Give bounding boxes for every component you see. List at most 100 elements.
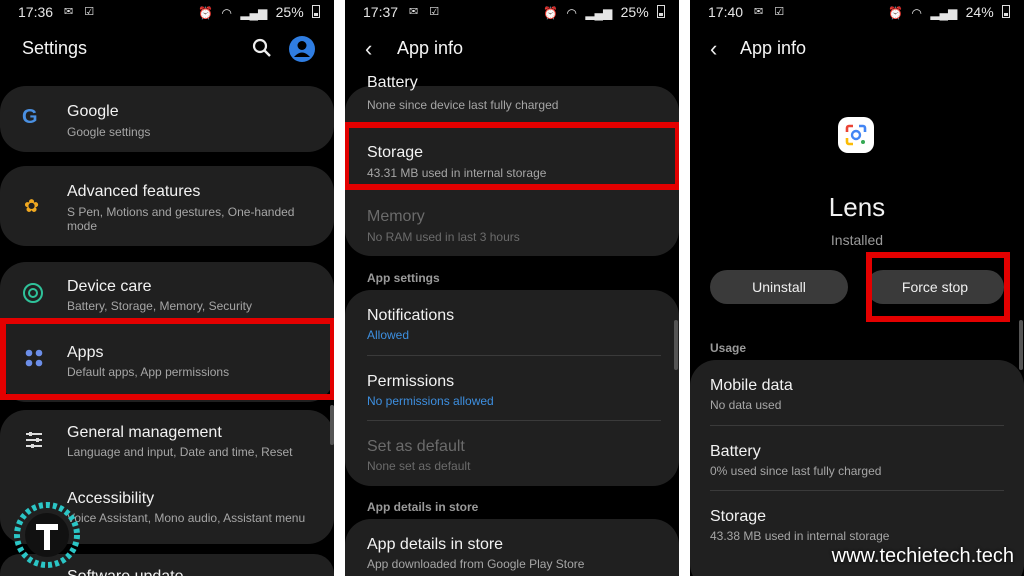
status-bar: 17:36 ✉ ☑ ⏰ ◠ ▂▄▆ 25% bbox=[0, 0, 334, 24]
general-management-title: General management bbox=[67, 424, 222, 441]
storage-title: Storage bbox=[710, 508, 767, 525]
permissions-item[interactable]: Permissions No permissions allowed bbox=[345, 356, 679, 420]
device-care-item[interactable]: Device care Battery, Storage, Memory, Se… bbox=[0, 262, 334, 318]
device-care-icon bbox=[23, 283, 43, 303]
mobile-data-subtitle: No data used bbox=[710, 398, 782, 412]
status-icons: ⏰ ◠ ▂▄▆ 25% bbox=[193, 4, 320, 20]
general-management-item[interactable]: General management Language and input, D… bbox=[0, 410, 334, 474]
google-icon: G bbox=[22, 106, 38, 128]
permissions-subtitle: No permissions allowed bbox=[367, 394, 494, 408]
back-arrow-icon[interactable]: ‹ bbox=[365, 36, 372, 62]
memory-item[interactable]: Memory No RAM used in last 3 hours bbox=[345, 194, 679, 254]
app-details-store-title: App details in store bbox=[367, 536, 504, 553]
mobile-data-item[interactable]: Mobile data No data used bbox=[690, 360, 1024, 424]
status-bar: 17:37 ✉ ☑ ⏰ ◠ ▂▄▆ 25% bbox=[345, 0, 679, 24]
memory-title: Memory bbox=[367, 208, 425, 225]
google-title: Google bbox=[67, 103, 119, 120]
battery-title: Battery bbox=[367, 74, 418, 91]
google-subtitle: Google settings bbox=[67, 125, 151, 139]
wifi-icon: ◠ bbox=[911, 6, 922, 20]
signal-icon: ▂▄▆ bbox=[585, 6, 613, 20]
advanced-features-subtitle: S Pen, Motions and gestures, One-handed bbox=[67, 205, 295, 219]
app-name: Lens bbox=[828, 192, 886, 222]
battery-percent: 25% bbox=[275, 4, 304, 20]
page-title: Settings bbox=[22, 38, 88, 58]
uninstall-button[interactable]: Uninstall bbox=[710, 270, 848, 304]
section-app-settings: App settings bbox=[367, 271, 440, 285]
notifications-title: Notifications bbox=[367, 307, 455, 324]
device-care-subtitle: Battery, Storage, Memory, Security bbox=[67, 299, 252, 313]
wifi-icon: ◠ bbox=[221, 6, 232, 20]
website-watermark: www.techietech.tech bbox=[831, 545, 1014, 567]
app-settings-group: Notifications Allowed Permissions No per… bbox=[345, 290, 679, 486]
app-details-store-subtitle: App downloaded from Google Play Store bbox=[367, 557, 585, 571]
lens-app-info-screen: 17:40 ✉ ☑ ⏰ ◠ ▂▄▆ 24% ‹ App info Lens In… bbox=[690, 0, 1024, 576]
wifi-icon: ◠ bbox=[566, 6, 577, 20]
section-app-details-store: App details in store bbox=[367, 500, 479, 514]
device-care-title: Device care bbox=[67, 278, 152, 295]
notification-icons: ✉ ☑ bbox=[754, 6, 789, 18]
signal-icon: ▂▄▆ bbox=[930, 6, 958, 20]
status-icons: ⏰ ◠ ▂▄▆ 25% bbox=[538, 4, 665, 20]
set-as-default-subtitle: None set as default bbox=[367, 459, 471, 473]
google-item[interactable]: G Google Google settings bbox=[0, 86, 334, 152]
battery-item[interactable]: Battery 0% used since last fully charged bbox=[690, 426, 1024, 490]
battery-subtitle: 0% used since last fully charged bbox=[710, 464, 882, 478]
set-as-default-title: Set as default bbox=[367, 438, 465, 455]
alarm-icon: ⏰ bbox=[198, 6, 214, 20]
notifications-item[interactable]: Notifications Allowed bbox=[345, 290, 679, 354]
advanced-features-title: Advanced features bbox=[67, 183, 201, 200]
app-install-status: Installed bbox=[830, 232, 884, 248]
notification-icons: ✉ ☑ bbox=[64, 6, 99, 18]
force-stop-highlight-box bbox=[866, 252, 1010, 322]
battery-icon bbox=[312, 5, 320, 18]
scrollbar[interactable] bbox=[674, 320, 678, 370]
page-title: App info bbox=[740, 38, 807, 58]
battery-icon bbox=[1002, 5, 1010, 18]
back-arrow-icon[interactable]: ‹ bbox=[710, 36, 717, 62]
memory-subtitle: No RAM used in last 3 hours bbox=[367, 230, 520, 244]
app-details-store-item[interactable]: App details in store App downloaded from… bbox=[345, 519, 679, 576]
accessibility-title: Accessibility bbox=[67, 490, 155, 507]
puzzle-icon: ✿ bbox=[24, 196, 40, 216]
status-icons: ⏰ ◠ ▂▄▆ 24% bbox=[883, 4, 1010, 20]
app-info-screen: 17:37 ✉ ☑ ⏰ ◠ ▂▄▆ 25% ‹ App info Battery… bbox=[345, 0, 679, 576]
lens-app-icon bbox=[838, 117, 874, 153]
scrollbar[interactable] bbox=[330, 405, 334, 445]
software-update-title: Software update bbox=[67, 568, 184, 576]
status-time: 17:40 bbox=[708, 4, 744, 20]
notifications-subtitle: Allowed bbox=[367, 328, 410, 342]
general-management-subtitle: Language and input, Date and time, Reset bbox=[67, 445, 293, 459]
storage-highlight-box bbox=[345, 122, 679, 190]
scrollbar[interactable] bbox=[1019, 320, 1023, 370]
storage-subtitle: 43.38 MB used in internal storage bbox=[710, 529, 890, 543]
section-usage: Usage bbox=[710, 341, 747, 355]
status-bar: 17:40 ✉ ☑ ⏰ ◠ ▂▄▆ 24% bbox=[690, 0, 1024, 24]
status-time: 17:36 bbox=[18, 4, 54, 20]
search-icon[interactable] bbox=[252, 38, 272, 58]
accessibility-subtitle: Voice Assistant, Mono audio, Assistant m… bbox=[67, 511, 306, 525]
apps-highlight-box bbox=[0, 318, 334, 400]
usage-group: Mobile data No data used Battery 0% used… bbox=[690, 360, 1024, 576]
battery-percent: 25% bbox=[620, 4, 649, 20]
mobile-data-title: Mobile data bbox=[710, 377, 793, 394]
alarm-icon: ⏰ bbox=[543, 6, 559, 20]
battery-item[interactable]: Battery None since device last fully cha… bbox=[345, 74, 679, 118]
techietech-logo-icon bbox=[14, 502, 80, 568]
page-title: App info bbox=[397, 38, 464, 58]
status-time: 17:37 bbox=[363, 4, 399, 20]
profile-avatar-icon[interactable] bbox=[288, 35, 316, 63]
permissions-title: Permissions bbox=[367, 373, 455, 390]
set-as-default-item[interactable]: Set as default None set as default bbox=[345, 421, 679, 485]
battery-subtitle: None since device last fully charged bbox=[367, 98, 559, 112]
battery-icon bbox=[657, 5, 665, 18]
alarm-icon: ⏰ bbox=[888, 6, 904, 20]
battery-title: Battery bbox=[710, 443, 761, 460]
notification-icons: ✉ ☑ bbox=[409, 6, 444, 18]
settings-screen: 17:36 ✉ ☑ ⏰ ◠ ▂▄▆ 25% Settings G Google … bbox=[0, 0, 334, 576]
signal-icon: ▂▄▆ bbox=[240, 6, 268, 20]
battery-percent: 24% bbox=[965, 4, 994, 20]
sliders-icon bbox=[26, 432, 42, 448]
advanced-features-item[interactable]: ✿ Advanced features S Pen, Motions and g… bbox=[0, 166, 334, 246]
advanced-features-subtitle-line2: mode bbox=[67, 219, 98, 233]
